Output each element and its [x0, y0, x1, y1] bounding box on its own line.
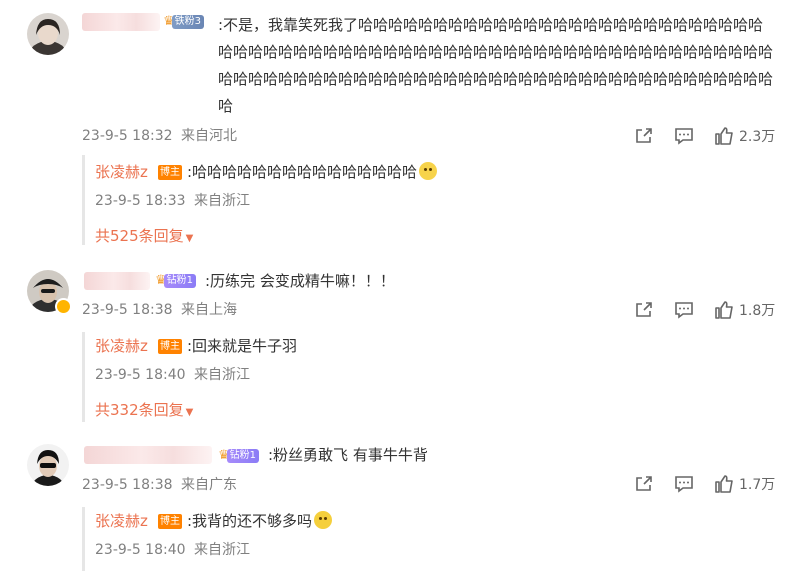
- reply-text: :回来就是牛子羽: [187, 337, 298, 355]
- more-replies-link[interactable]: 共525条回复 ▼: [95, 226, 193, 249]
- comment-text: :不是，我靠笑死我了哈哈哈哈哈哈哈哈哈哈哈哈哈哈哈哈哈哈哈哈哈哈哈哈哈哈哈哈哈哈…: [218, 16, 774, 115]
- reply-text: :哈哈哈哈哈哈哈哈哈哈哈哈哈哈哈: [187, 162, 438, 182]
- reply-text: :我背的还不够多吗: [187, 511, 333, 531]
- fan-badge-label: 钻粉1: [163, 274, 197, 288]
- reply-time: 23-9-5 18:40: [95, 367, 186, 383]
- comment-actions: 2.3万: [634, 126, 775, 146]
- more-replies-label: 共525条回复: [95, 227, 184, 245]
- reply-author[interactable]: 张凌赫z: [95, 336, 148, 356]
- like-button[interactable]: 1.8万: [714, 300, 775, 320]
- more-replies-label: 共332条回复: [95, 401, 184, 419]
- comment-button[interactable]: [674, 126, 694, 146]
- comment-text: :历练完 会变成精牛嘛！！！: [205, 272, 395, 290]
- comment-time: 23-9-5 18:38: [82, 302, 173, 318]
- like-icon: [715, 475, 733, 493]
- caret-down-icon: ▼: [185, 407, 194, 418]
- share-icon: [636, 128, 652, 143]
- fan-badge: ♛ 铁粉3: [163, 14, 205, 30]
- comment-meta: 23-9-5 18:32 来自河北: [82, 127, 237, 145]
- comment-item: ♛ 钻粉1 :粉丝勇敢飞 有事牛牛背 23-9-5 18:38 来自广东 1.7…: [0, 437, 803, 571]
- like-button[interactable]: 2.3万: [714, 126, 775, 146]
- like-icon: [715, 301, 733, 319]
- reply-time: 23-9-5 18:33: [95, 193, 186, 209]
- comment-location: 来自广东: [180, 477, 237, 493]
- comment-icon: [675, 302, 693, 319]
- like-icon: [715, 127, 733, 145]
- reply-text-content: :哈哈哈哈哈哈哈哈哈哈哈哈哈哈哈: [187, 163, 418, 181]
- share-button[interactable]: [634, 126, 654, 146]
- share-button[interactable]: [634, 474, 654, 494]
- reply-author[interactable]: 张凌赫z: [95, 162, 148, 182]
- reply-divider: [82, 155, 85, 245]
- avatar[interactable]: [27, 13, 69, 55]
- username-blurred[interactable]: [84, 446, 212, 464]
- smile-emoji: [419, 162, 438, 180]
- host-badge: 博主: [158, 514, 182, 529]
- avatar[interactable]: [27, 444, 69, 486]
- caret-down-icon: ▼: [185, 233, 194, 244]
- comment-icon: [675, 476, 693, 493]
- like-count: 2.3万: [739, 129, 776, 145]
- fan-badge: ♛ 钻粉1: [155, 273, 197, 289]
- comment-time: 23-9-5 18:32: [82, 128, 173, 144]
- comment-time: 23-9-5 18:38: [82, 477, 173, 493]
- hug-emoji: [314, 511, 333, 529]
- more-replies-link[interactable]: 共332条回复 ▼: [95, 400, 193, 423]
- comment-item: ♛ 钻粉1 :历练完 会变成精牛嘛！！！ 23-9-5 18:38 来自上海 1…: [0, 262, 803, 427]
- comment-location: 来自上海: [180, 302, 237, 318]
- share-button[interactable]: [634, 300, 654, 320]
- fan-badge-label: 铁粉3: [171, 15, 205, 29]
- reply-meta: 23-9-5 18:40 来自浙江: [95, 366, 250, 384]
- comment-location: 来自河北: [180, 128, 237, 144]
- username-blurred[interactable]: [82, 13, 160, 31]
- verified-badge: [55, 298, 72, 315]
- comment-item: ♛ 铁粉3 :不是，我靠笑死我了哈哈哈哈哈哈哈哈哈哈哈哈哈哈哈哈哈哈哈哈哈哈哈哈…: [0, 0, 803, 250]
- reply-meta: 23-9-5 18:40 来自浙江: [95, 541, 250, 559]
- comment-actions: 1.7万: [634, 474, 775, 494]
- like-count: 1.7万: [739, 477, 776, 493]
- reply-location: 来自浙江: [193, 542, 250, 558]
- like-count: 1.8万: [739, 303, 776, 319]
- comment-text: :粉丝勇敢飞 有事牛牛背: [268, 446, 428, 464]
- fan-badge: ♛ 钻粉1: [218, 448, 260, 464]
- fan-badge-label: 钻粉1: [226, 449, 260, 463]
- reply-divider: [82, 332, 85, 422]
- share-icon: [636, 302, 652, 317]
- reply-location: 来自浙江: [193, 367, 250, 383]
- like-button[interactable]: 1.7万: [714, 474, 775, 494]
- comment-actions: 1.8万: [634, 300, 775, 320]
- username-blurred[interactable]: [84, 272, 150, 290]
- reply-text-content: :我背的还不够多吗: [187, 512, 313, 530]
- comment-button[interactable]: [674, 474, 694, 494]
- reply-location: 来自浙江: [193, 193, 250, 209]
- comment-meta: 23-9-5 18:38 来自上海: [82, 301, 237, 319]
- reply-time: 23-9-5 18:40: [95, 542, 186, 558]
- comment-meta: 23-9-5 18:38 来自广东: [82, 476, 237, 494]
- share-icon: [636, 476, 652, 491]
- reply-divider: [82, 507, 85, 571]
- reply-meta: 23-9-5 18:33 来自浙江: [95, 192, 250, 210]
- reply-author[interactable]: 张凌赫z: [95, 511, 148, 531]
- comment-button[interactable]: [674, 300, 694, 320]
- host-badge: 博主: [158, 339, 182, 354]
- comment-icon: [675, 128, 693, 145]
- host-badge: 博主: [158, 165, 182, 180]
